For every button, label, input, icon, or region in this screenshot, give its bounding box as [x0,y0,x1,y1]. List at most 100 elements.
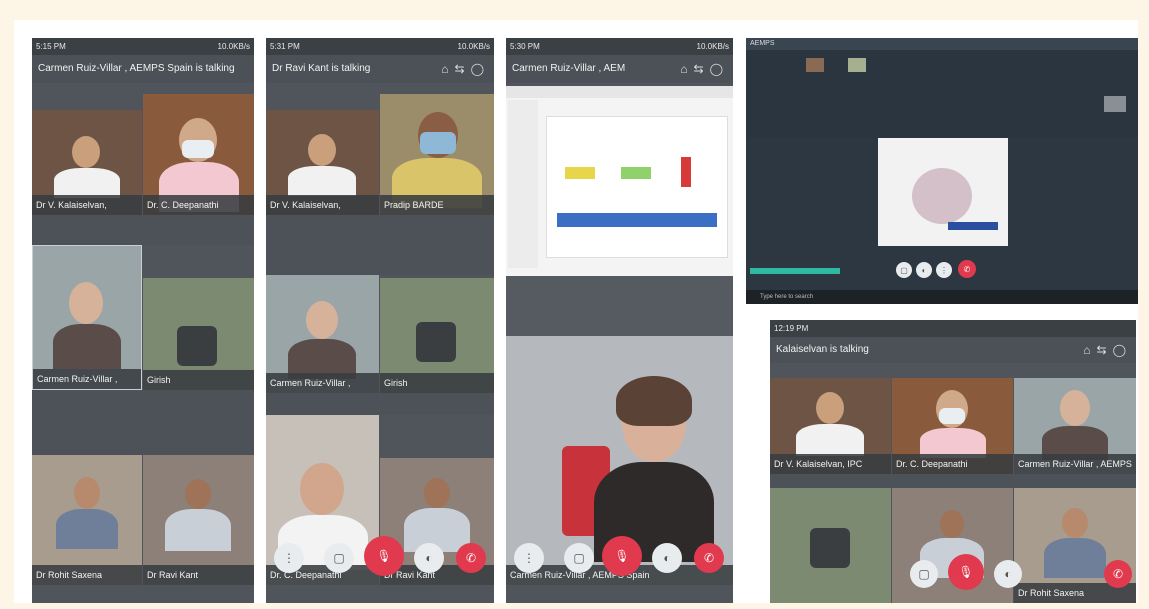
participant-head [308,134,336,166]
header-icons[interactable]: ⌂⇆◯ [680,55,729,83]
participant-head [185,479,211,509]
participant-head [816,392,844,424]
participant-name: Pradip BARDE [380,195,494,215]
screen-gap [506,276,733,336]
participant-tile[interactable]: Pradip BARDE [380,94,494,215]
participant-name: Girish [380,373,494,393]
status-time: 5:31 PM [270,42,300,51]
status-time: 12:19 PM [774,324,809,333]
participant-name: Dr. C. Deepanathi [892,454,1013,474]
participant-head [1060,390,1090,426]
talking-text: Dr Ravi Kant is talking [272,63,371,74]
face-mask [420,132,456,154]
audio-button[interactable]: ◐ [414,543,444,573]
tile-gap [32,390,254,455]
camera-button[interactable]: ▢ [324,543,354,573]
participant-body [288,166,356,196]
status-time: 5:15 PM [36,42,66,51]
participant-tile[interactable]: Carmen Ruiz-Villar , [266,275,379,393]
participant-name: Dr V. Kalaiselvan, [266,195,379,215]
talking-text: Carmen Ruiz-Villar , AEM [512,63,626,74]
desktop-control[interactable]: ◐ [916,262,932,278]
tile-gap [266,215,494,275]
slide-graphic [912,168,972,224]
face-mask [182,140,214,158]
status-bar: 5:31 PM 10.0KB/s [266,38,494,55]
phone-screenshot-4: 12:19 PM Kalaiselvan is talking ⌂⇆◯ Dr V… [770,320,1136,603]
participant-tile[interactable]: Dr V. Kalaiselvan, IPC [770,378,891,474]
phone-screenshot-1: 5:15 PM 10.0KB/s Carmen Ruiz-Villar , AE… [32,38,254,603]
end-call-button[interactable]: ✆ [694,543,724,573]
taskbar-search[interactable]: Type here to search [760,294,813,300]
participant-tile[interactable]: Carmen Ruiz-Villar , AEMPS [1014,378,1136,474]
collage-frame: 5:15 PM 10.0KB/s Carmen Ruiz-Villar , AE… [14,20,1138,603]
chair [416,322,456,362]
mic-muted-button[interactable]: 🎙 [364,536,404,576]
participant-name: Carmen Ruiz-Villar , [33,369,141,389]
participant-tile[interactable]: Carmen Ruiz-Villar , [32,245,142,390]
talking-indicator: Dr Ravi Kant is talking ⌂⇆◯ [266,55,494,83]
participant-head [306,301,338,339]
participant-tile[interactable] [770,488,891,603]
desktop-control[interactable]: ▢ [896,262,912,278]
end-call-button[interactable]: ✆ [1104,560,1132,588]
participant-name: Carmen Ruiz-Villar , [266,373,379,393]
header-icons[interactable]: ⌂⇆◯ [441,55,490,83]
status-bar: 5:30 PM 10.0KB/s [506,38,733,55]
side-controls[interactable] [1116,156,1128,236]
mic-muted-button[interactable]: 🎙 [602,536,642,576]
slide-canvas [546,116,728,258]
participant-name: Dr Rohit Saxena [32,565,142,585]
status-bar: 12:19 PM [770,320,1136,337]
participant-head [940,510,964,538]
status-network: 10.0KB/s [457,42,490,51]
participant-body [53,324,121,369]
participant-head [300,463,344,515]
status-network: 10.0KB/s [696,42,729,51]
participant-tile[interactable]: Girish [143,278,254,390]
chair [810,528,850,568]
talking-text: Carmen Ruiz-Villar , AEMPS Spain is talk… [38,63,235,74]
end-call-button[interactable]: ✆ [456,543,486,573]
camera-button[interactable]: ▢ [564,543,594,573]
talking-indicator: Carmen Ruiz-Villar , AEMPS Spain is talk… [32,55,254,83]
participant-tile[interactable]: Girish [380,278,494,393]
desktop-end-call[interactable]: ✆ [958,260,976,278]
participant-thumb[interactable] [806,58,824,72]
slide-arrow [681,157,691,187]
participant-tile[interactable]: Dr Ravi Kant [143,455,254,585]
participant-tile[interactable] [892,488,1013,603]
more-options-button[interactable]: ⋮ [514,543,544,573]
mic-muted-button[interactable]: 🎙 [948,554,984,590]
window-titlebar: AEMPS [746,38,1138,50]
slide-toolbar [506,86,733,98]
talking-indicator: Carmen Ruiz-Villar , AEM ⌂⇆◯ [506,55,733,83]
participant-head [1062,508,1088,538]
shared-screen [506,86,733,276]
shared-slide [878,138,1008,246]
audio-button[interactable]: ◐ [994,560,1022,588]
talking-indicator: Kalaiselvan is talking ⌂⇆◯ [770,337,1136,363]
participant-tile[interactable]: Dr. C. Deepanathi [892,378,1013,474]
participant-tile[interactable]: Dr Rohit Saxena [32,455,142,585]
participant-name: Carmen Ruiz-Villar , AEMPS [1014,454,1136,474]
audio-button[interactable]: ◐ [652,543,682,573]
participant-name: Dr V. Kalaiselvan, IPC [770,454,891,474]
tile-gap [266,393,494,415]
participant-name: Dr Ravi Kant [143,565,254,585]
participant-strip [746,50,1138,138]
camera-button[interactable]: ▢ [910,560,938,588]
participant-tile[interactable]: Dr V. Kalaiselvan, [266,110,379,215]
participant-name: Girish [143,370,254,390]
participant-tile[interactable]: Dr. C. Deepanathi [143,94,254,215]
more-options-button[interactable]: ⋮ [274,543,304,573]
desktop-screenshot: AEMPS ▢ ◐ ⋮ ✆ Type here to search [746,38,1138,304]
desktop-control[interactable]: ⋮ [936,262,952,278]
participant-head [424,478,450,508]
participant-name: Dr. C. Deepanathi [143,195,254,215]
participant-head [74,477,100,509]
header-icons[interactable]: ⌂⇆◯ [1083,337,1132,363]
participant-thumb[interactable] [848,58,866,72]
participant-tile[interactable]: Dr V. Kalaiselvan, [32,110,142,215]
participant-thumb[interactable] [1104,96,1126,112]
